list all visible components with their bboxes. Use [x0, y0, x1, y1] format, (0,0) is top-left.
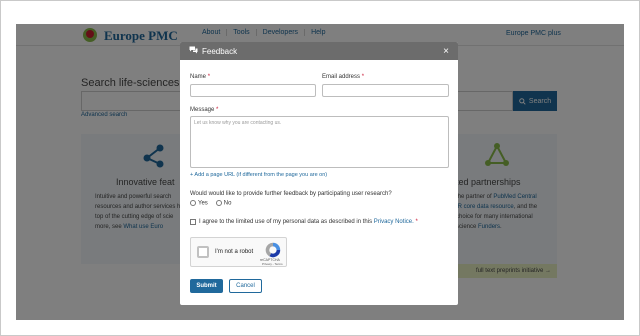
feedback-modal: Feedback × Name * Email address * Messag… [180, 42, 458, 305]
privacy-agree-row: I agree to the limited use of my persona… [190, 219, 418, 225]
research-radio-group: Yes No [190, 200, 231, 207]
recaptcha-links[interactable]: Privacy - Terms [262, 262, 283, 266]
recaptcha-checkbox[interactable] [197, 246, 209, 258]
radio-yes[interactable]: Yes [190, 200, 208, 207]
chat-bubbles-icon [189, 46, 198, 56]
submit-button[interactable]: Submit [190, 279, 223, 293]
email-label: Email address * [322, 74, 365, 80]
recaptcha-label: I'm not a robot [215, 249, 254, 255]
recaptcha-logo-icon [265, 242, 281, 258]
research-question: Would would like to provide further feed… [190, 191, 392, 197]
privacy-agree-text: I agree to the limited use of my persona… [199, 219, 418, 225]
privacy-agree-checkbox[interactable] [190, 219, 196, 225]
radio-yes-circle[interactable] [190, 200, 196, 206]
name-field[interactable] [190, 84, 316, 97]
recaptcha-widget: I'm not a robot reCAPTCHA Privacy - Term… [190, 237, 287, 267]
privacy-notice-link[interactable]: Privacy Notice. [374, 219, 414, 225]
cancel-button[interactable]: Cancel [229, 279, 262, 293]
name-label: Name * [190, 74, 211, 80]
add-page-url-link[interactable]: + Add a page URL (if different from the … [190, 172, 327, 178]
close-icon[interactable]: × [443, 46, 449, 57]
radio-no[interactable]: No [215, 200, 231, 207]
modal-title: Feedback [202, 46, 238, 56]
message-textarea[interactable]: Let us know why you are contacting us. [190, 116, 449, 168]
message-label: Message * [190, 107, 219, 113]
modal-header: Feedback × [180, 42, 458, 60]
email-field[interactable] [322, 84, 449, 97]
radio-no-circle[interactable] [215, 200, 222, 206]
